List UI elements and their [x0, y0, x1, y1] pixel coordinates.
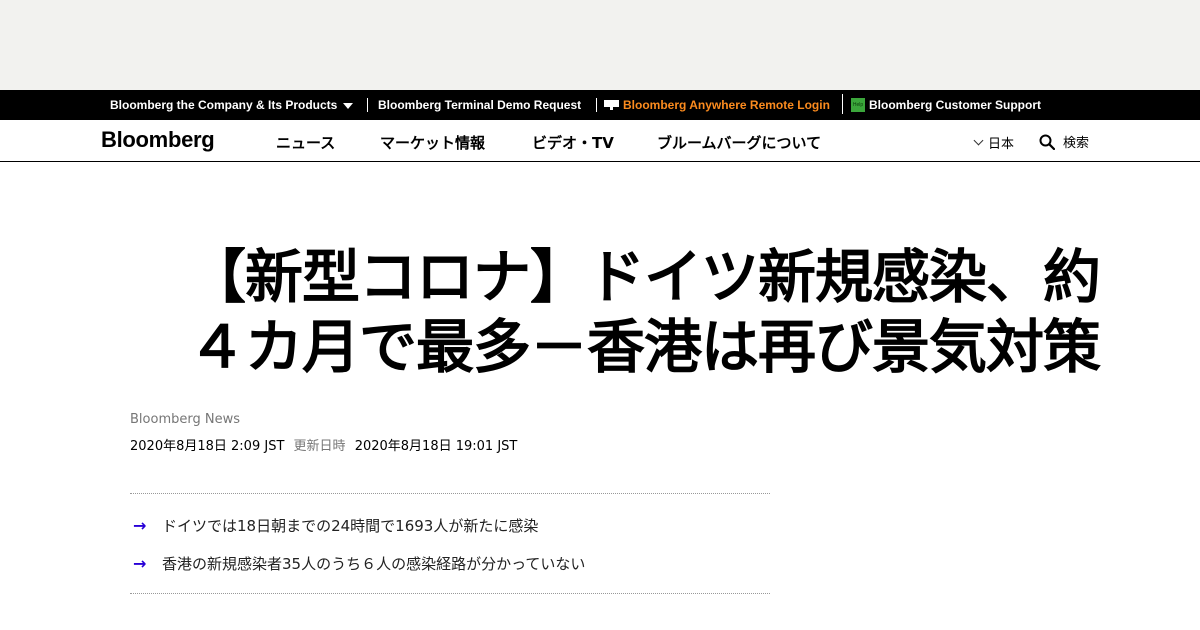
top-utility-bar: Bloomberg the Company & Its Products Blo… [0, 90, 1200, 120]
divider [130, 593, 770, 594]
anywhere-login-link[interactable]: Bloomberg Anywhere Remote Login [604, 98, 830, 112]
nav-item-video-tv[interactable]: ビデオ・TV [532, 132, 614, 153]
customer-support-label: Bloomberg Customer Support [869, 98, 1042, 112]
main-navigation: Bloomberg ニュース マーケット情報 ビデオ・TV ブルームバーグについ… [0, 120, 1200, 162]
customer-support-link[interactable]: Help Bloomberg Customer Support [851, 98, 1041, 112]
search-button[interactable]: 検索 [1039, 132, 1089, 151]
headline-line-1: 【新型コロナ】ドイツ新規感染、約 [187, 243, 1101, 311]
arrow-right-icon: → [133, 515, 147, 535]
help-key-icon: Help [851, 98, 865, 112]
divider [596, 98, 597, 112]
chevron-down-icon [973, 135, 984, 146]
bloomberg-logo[interactable]: Bloomberg [101, 127, 215, 153]
monitor-icon [604, 99, 619, 111]
terminal-demo-label: Bloomberg Terminal Demo Request [378, 98, 582, 112]
summary-text: ドイツでは18日朝までの24時間で1693人が新たに感染 [162, 516, 539, 535]
divider [842, 94, 843, 114]
company-products-menu[interactable]: Bloomberg the Company & Its Products [110, 98, 354, 112]
nav-item-news[interactable]: ニュース [276, 132, 335, 153]
headline-line-2: ４カ月で最多－香港は再び景気対策 [187, 313, 1101, 381]
language-selector[interactable]: 日本 [973, 133, 1015, 152]
search-icon [1039, 134, 1055, 150]
published-time: 2020年8月18日 2:09 JST [130, 439, 285, 454]
arrow-right-icon: → [133, 553, 147, 573]
anywhere-login-label: Bloomberg Anywhere Remote Login [623, 98, 830, 112]
article-summary-list: → ドイツでは18日朝までの24時間で1693人が新たに感染 → 香港の新規感染… [133, 513, 585, 589]
nav-item-about[interactable]: ブルームバーグについて [657, 132, 821, 153]
company-products-label: Bloomberg the Company & Its Products [110, 98, 338, 112]
byline[interactable]: Bloomberg News [130, 412, 240, 427]
summary-item: → ドイツでは18日朝までの24時間で1693人が新たに感染 [133, 513, 585, 537]
advertisement-area [0, 0, 1200, 90]
divider [367, 98, 368, 112]
language-label: 日本 [988, 137, 1015, 152]
divider [130, 493, 770, 494]
article-dates: 2020年8月18日 2:09 JST 更新日時 2020年8月18日 19:0… [130, 435, 517, 454]
nav-item-markets[interactable]: マーケット情報 [380, 132, 485, 153]
caret-down-icon [343, 102, 354, 109]
summary-item: → 香港の新規感染者35人のうち６人の感染経路が分かっていない [133, 551, 585, 575]
terminal-demo-link[interactable]: Bloomberg Terminal Demo Request [378, 98, 581, 112]
search-label: 検索 [1063, 136, 1090, 151]
updated-label: 更新日時 [293, 439, 346, 454]
updated-time: 2020年8月18日 19:01 JST [354, 439, 518, 454]
summary-text: 香港の新規感染者35人のうち６人の感染経路が分かっていない [162, 554, 586, 573]
article-headline: 【新型コロナ】ドイツ新規感染、約 ４カ月で最多－香港は再び景気対策 [100, 242, 1101, 382]
